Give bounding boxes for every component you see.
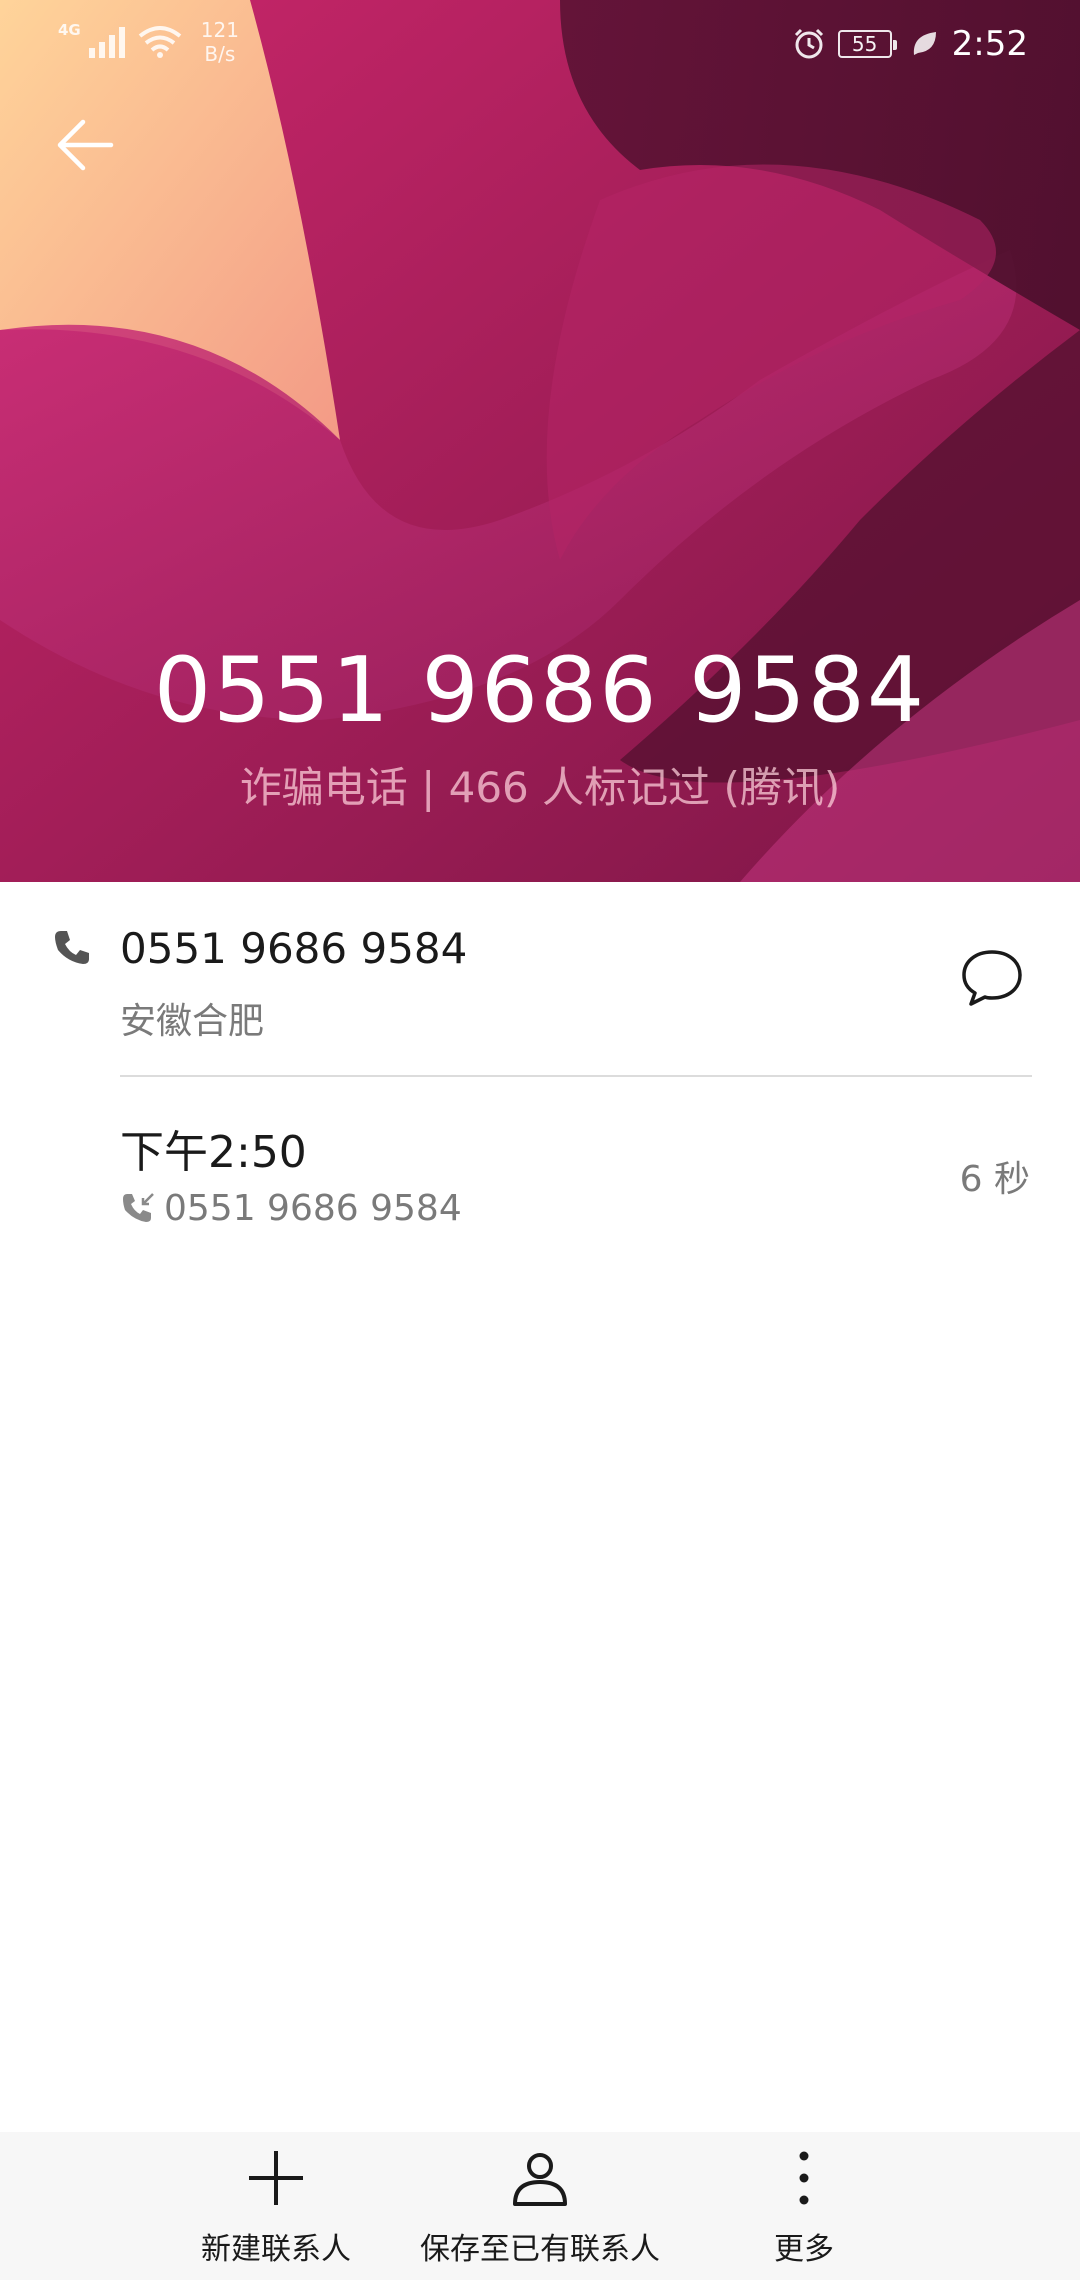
divider xyxy=(120,1075,1032,1077)
call-time: 下午2:50 xyxy=(120,1127,307,1178)
bottom-action-bar: 新建联系人 保存至已有联系人 更多 xyxy=(0,2132,1080,2280)
plus-icon xyxy=(249,2151,303,2205)
arrow-left-icon xyxy=(57,119,114,171)
battery-indicator: 55 xyxy=(837,30,897,58)
person-icon xyxy=(513,2153,567,2206)
signal-icon xyxy=(88,27,125,58)
call-log-item[interactable]: 下午2:50 0551 9686 9584 6 秒 xyxy=(0,1080,1080,1258)
wifi-icon xyxy=(138,26,181,58)
leaf-icon xyxy=(913,32,936,55)
caller-number: 0551 9686 9584 xyxy=(153,638,927,743)
contact-header: 4G 121 B/s 55 2:52 0551 9686 9584 诈骗电话 |… xyxy=(0,0,1080,882)
detail-phone-number: 0551 9686 9584 xyxy=(120,924,468,973)
call-number: 0551 9686 9584 xyxy=(164,1188,462,1229)
network-type: 4G xyxy=(58,21,81,39)
save-to-existing-contact-button[interactable]: 保存至已有联系人 xyxy=(400,2132,680,2280)
call-duration: 6 秒 xyxy=(959,1159,1030,1200)
header-background xyxy=(0,0,1080,882)
new-contact-label: 新建联系人 xyxy=(201,2232,351,2267)
incoming-call-icon xyxy=(123,1192,154,1222)
more-button[interactable]: 更多 xyxy=(704,2132,904,2280)
message-icon xyxy=(962,950,1022,1006)
send-message-button[interactable] xyxy=(954,940,1030,1016)
status-bar: 4G 121 B/s 55 2:52 xyxy=(0,0,1080,90)
new-contact-button[interactable]: 新建联系人 xyxy=(176,2132,376,2280)
back-button[interactable] xyxy=(40,100,130,190)
spam-tag: 诈骗电话 | 466 人标记过 (腾讯) xyxy=(239,763,841,812)
save-to-existing-label: 保存至已有联系人 xyxy=(420,2232,660,2267)
phone-number-row[interactable]: 0551 9686 9584 安徽合肥 xyxy=(0,882,1080,1076)
alarm-icon xyxy=(794,28,823,59)
phone-location: 安徽合肥 xyxy=(120,1001,265,1042)
phone-icon xyxy=(55,931,89,964)
more-label: 更多 xyxy=(774,2232,834,2267)
more-vertical-icon xyxy=(799,2151,809,2205)
network-speed: 121 B/s xyxy=(200,18,239,66)
status-time: 2:52 xyxy=(951,24,1028,64)
